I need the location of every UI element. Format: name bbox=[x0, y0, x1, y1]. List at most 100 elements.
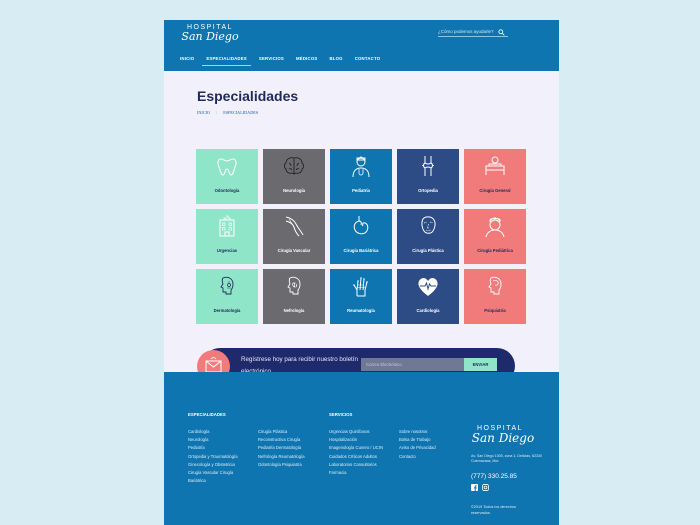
leg-veins-icon bbox=[285, 216, 304, 237]
logo-bottom-text: San Diego bbox=[181, 30, 239, 43]
head-icon bbox=[488, 276, 502, 295]
specialty-label: Cirugía Bariátrica bbox=[343, 248, 379, 253]
footer-column-specialties: ESPECIALIDADES Cardiología Neurología Pe… bbox=[188, 412, 238, 486]
footer-column-about: Sobre nosotros Bolsa de Trabajo Aviso de… bbox=[399, 412, 436, 462]
facebook-icon[interactable] bbox=[471, 484, 478, 491]
footer-link[interactable]: Ortopedia y Traumatología bbox=[188, 454, 238, 459]
footer-link[interactable]: Imagenología Cunero / UCIN bbox=[329, 445, 383, 450]
footer-address: Av. San Diego 1305, zona 1, Delicias, 62… bbox=[471, 454, 542, 463]
hospital-logo[interactable]: HOSPITAL San Diego bbox=[180, 24, 250, 50]
specialty-card[interactable]: Cirugía Bariátrica bbox=[330, 209, 392, 264]
specialty-card[interactable]: Nefrología bbox=[263, 269, 325, 324]
footer-link[interactable]: Bariátrica bbox=[188, 478, 238, 483]
specialty-label: Neurología bbox=[283, 188, 305, 193]
footer-link[interactable]: Cirugía Vascular Cirugía bbox=[188, 470, 238, 475]
specialty-label: Cirugía General bbox=[479, 188, 511, 193]
nav-item-blog[interactable]: BLOG bbox=[325, 54, 346, 66]
footer-link[interactable]: Odontología Psiquiatría bbox=[258, 462, 305, 467]
instagram-icon[interactable] bbox=[482, 484, 489, 491]
footer-link[interactable]: Farmacia bbox=[329, 470, 383, 475]
footer-link[interactable]: Laboratorios Consultorios bbox=[329, 462, 383, 467]
specialty-card[interactable]: Pediatría bbox=[330, 149, 392, 204]
specialty-card[interactable]: Cardiología bbox=[397, 269, 459, 324]
nav-item-especialidades[interactable]: ESPECIALIDADES bbox=[202, 54, 251, 66]
specialty-card[interactable]: Odontología bbox=[196, 149, 258, 204]
footer-link[interactable]: Pediatría Dermatología bbox=[258, 445, 305, 450]
footer-link[interactable]: Neurología bbox=[188, 437, 238, 442]
footer-link[interactable]: Pediatría bbox=[188, 445, 238, 450]
specialty-card[interactable]: Cirugía Vascular bbox=[263, 209, 325, 264]
breadcrumb: INICIO / ESPECIALIDADES bbox=[197, 110, 258, 115]
footer-link[interactable]: Sobre nosotros bbox=[399, 429, 436, 434]
copyright: ©2019 Todos los derechos reservados. bbox=[471, 505, 516, 515]
specialty-card[interactable]: Psiquiatría bbox=[464, 269, 526, 324]
specialty-label: Urgencias bbox=[216, 248, 238, 253]
stomach-icon bbox=[353, 216, 369, 235]
specialty-label: Ortopedia bbox=[418, 188, 438, 193]
footer-link[interactable]: Ginecología y Obstetricia bbox=[188, 462, 238, 467]
specialty-card[interactable]: Neurología bbox=[263, 149, 325, 204]
specialty-label: Pediatría bbox=[352, 188, 370, 193]
specialty-label: Odontología bbox=[214, 188, 240, 193]
specialty-label: Reumatología bbox=[347, 308, 375, 313]
footer-link[interactable]: Nefrología Reumatología bbox=[258, 454, 305, 459]
tooth-icon bbox=[217, 158, 237, 176]
footer-phone[interactable]: (777) 330.25.85 bbox=[471, 473, 517, 480]
header: HOSPITAL San Diego ¿Cómo podemos ayudarl… bbox=[164, 20, 559, 71]
nurse-icon bbox=[485, 217, 505, 238]
footer-logo-bottom: San Diego bbox=[471, 431, 535, 445]
nav-item-contacto[interactable]: CONTACTO bbox=[351, 54, 385, 66]
nav-item-servicios[interactable]: SERVICIOS bbox=[255, 54, 288, 66]
specialty-card[interactable]: Cirugía General bbox=[464, 149, 526, 204]
breadcrumb-separator: / bbox=[216, 110, 218, 115]
footer-link[interactable]: Bolsa de Trabajo bbox=[399, 437, 436, 442]
footer-link[interactable]: Cirugía Plástica bbox=[258, 429, 305, 434]
footer-link[interactable]: Reconstructiva Cirugía bbox=[258, 437, 305, 442]
email-field[interactable]: Correo Electrónico bbox=[361, 358, 464, 371]
footer-link[interactable]: Cardiología bbox=[188, 429, 238, 434]
footer-heading-spacer bbox=[258, 412, 305, 417]
specialty-card[interactable]: Urgencias bbox=[196, 209, 258, 264]
breadcrumb-home[interactable]: INICIO bbox=[197, 110, 210, 115]
footer-column-services: SERVICIOS Urgencias Quirófanos Hospitali… bbox=[329, 412, 383, 478]
face-icon bbox=[421, 216, 436, 234]
footer-link[interactable]: Cuidados Críticos Adultos bbox=[329, 454, 383, 459]
nav-item-inicio[interactable]: INICIO bbox=[176, 54, 198, 66]
kidney-head-icon bbox=[287, 276, 301, 295]
specialty-label: Psiquiatría bbox=[484, 308, 506, 313]
doctor-icon bbox=[352, 156, 370, 178]
specialty-card[interactable]: Dermatología bbox=[196, 269, 258, 324]
bed-icon bbox=[485, 156, 505, 175]
send-button[interactable]: ENVIAR bbox=[464, 358, 497, 371]
specialty-card[interactable]: Cirugía Pediátrica bbox=[464, 209, 526, 264]
footer-column-specialties-2: Cirugía Plástica Reconstructiva Cirugía … bbox=[258, 412, 305, 470]
specialty-label: Cirugía Pediátrica bbox=[477, 248, 513, 253]
heart-pulse-icon bbox=[418, 278, 438, 296]
specialty-card[interactable]: Ortopedia bbox=[397, 149, 459, 204]
main-nav: INICIO ESPECIALIDADES SERVICIOS MÉDICOS … bbox=[176, 54, 388, 66]
hand-bones-icon bbox=[353, 277, 368, 297]
footer-heading-services: SERVICIOS bbox=[329, 412, 353, 417]
specialty-label: Dermatología bbox=[213, 308, 241, 313]
nav-item-medicos[interactable]: MÉDICOS bbox=[292, 54, 321, 66]
footer-heading-specialties: ESPECIALIDADES bbox=[188, 412, 226, 417]
specialty-label: Cirugía Vascular bbox=[277, 248, 311, 253]
footer-link[interactable]: Aviso de Privacidad bbox=[399, 445, 436, 450]
specialties-grid: Odontología Neurología Pediatría Ortopedia C… bbox=[196, 149, 526, 325]
knee-icon bbox=[422, 156, 434, 176]
specialty-card[interactable]: Cirugía Plástica bbox=[397, 209, 459, 264]
footer-logo[interactable]: HOSPITAL San Diego bbox=[471, 425, 551, 445]
footer-link[interactable]: Contacto bbox=[399, 454, 436, 459]
footer-heading-spacer bbox=[399, 412, 436, 417]
footer-link[interactable]: Hospitalización bbox=[329, 437, 383, 442]
social-links bbox=[471, 484, 489, 491]
specialty-label: Cardiología bbox=[416, 308, 440, 313]
page-title: Especialidades bbox=[197, 88, 299, 104]
hospital-building-icon bbox=[219, 215, 235, 237]
specialty-card[interactable]: Reumatología bbox=[330, 269, 392, 324]
brain-icon bbox=[284, 157, 304, 175]
search-icon[interactable] bbox=[498, 29, 505, 36]
specialty-label: Nefrología bbox=[283, 308, 305, 313]
footer-link[interactable]: Urgencias Quirófanos bbox=[329, 429, 383, 434]
specialty-label: Cirugía Plástica bbox=[412, 248, 444, 253]
